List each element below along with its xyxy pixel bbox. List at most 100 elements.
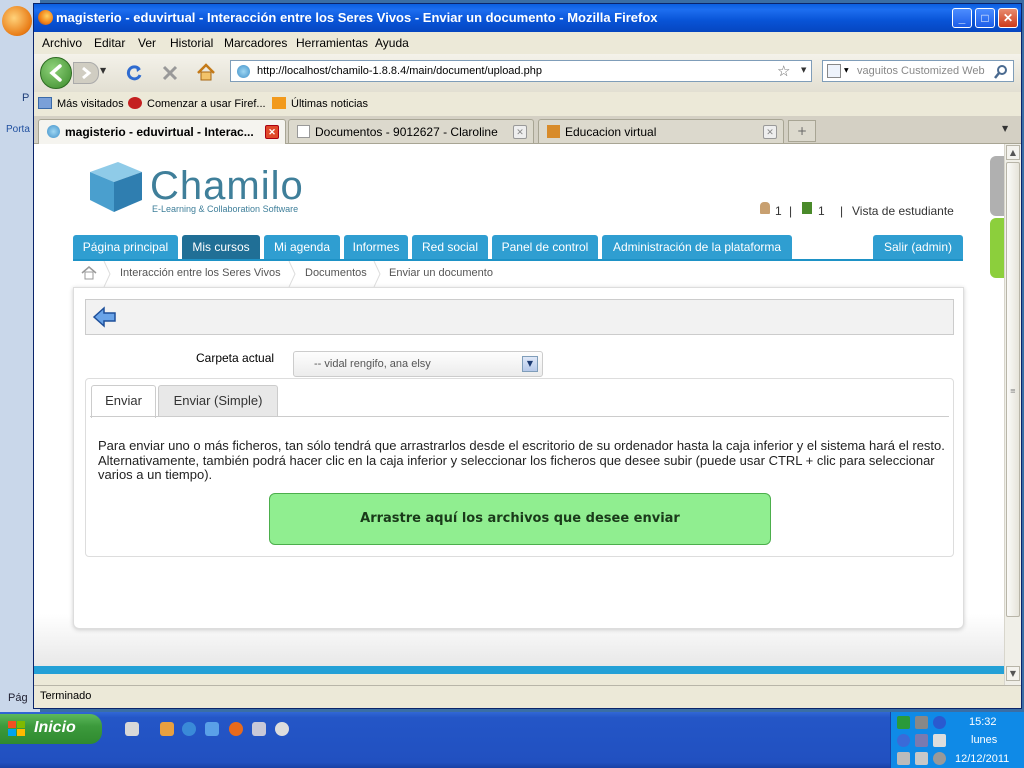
reload-icon[interactable] bbox=[124, 63, 144, 83]
quicklaunch-editor-icon[interactable] bbox=[160, 722, 174, 736]
tray-bluetooth-icon[interactable] bbox=[897, 734, 910, 747]
menu-marcadores[interactable]: Marcadores bbox=[224, 36, 287, 50]
menu-mis-cursos[interactable]: Mis cursos bbox=[182, 235, 260, 259]
breadcrumb-current: Enviar un documento bbox=[389, 267, 493, 279]
tab-list-icon[interactable]: ▼ bbox=[1002, 124, 1008, 133]
search-engine-dropdown-icon[interactable]: ▼ bbox=[844, 67, 849, 74]
menu-informes[interactable]: Informes bbox=[344, 235, 408, 259]
stop-icon[interactable] bbox=[160, 63, 180, 83]
search-engine-icon[interactable] bbox=[827, 64, 841, 78]
tab-documentos-claroline[interactable]: Documentos - 9012627 - Claroline ✕ bbox=[288, 119, 534, 143]
tray-network-disconnected-icon[interactable] bbox=[915, 734, 928, 747]
search-field[interactable]: ▼ vaguitos Customized Web Se bbox=[822, 60, 1014, 82]
history-dropdown-icon[interactable]: ▼ bbox=[100, 66, 106, 75]
background-app-portal-label: Porta bbox=[6, 124, 30, 135]
upload-description: Para enviar uno o más ficheros, tan sólo… bbox=[98, 438, 945, 482]
bookmark-folder-icon bbox=[38, 97, 52, 109]
bookmark-comenzar[interactable]: Comenzar a usar Firef... bbox=[128, 97, 266, 110]
scroll-down-icon[interactable]: ▼ bbox=[1006, 666, 1020, 681]
firefox-icon bbox=[38, 10, 53, 25]
quicklaunch-firefox-icon[interactable] bbox=[229, 722, 243, 736]
close-tab-icon[interactable]: ✕ bbox=[763, 125, 777, 139]
home-icon[interactable] bbox=[81, 266, 97, 280]
maximize-button[interactable]: □ bbox=[975, 8, 995, 28]
forward-button[interactable] bbox=[73, 62, 99, 84]
folder-select-value: -- vidal rengifo, ana elsy bbox=[314, 358, 431, 370]
menu-administracion[interactable]: Administración de la plataforma bbox=[602, 235, 792, 259]
back-arrow-icon[interactable] bbox=[92, 305, 118, 329]
bookmark-ultimas-noticias[interactable]: Últimas noticias bbox=[272, 97, 368, 110]
close-tab-icon[interactable]: ✕ bbox=[265, 125, 279, 139]
student-view-link[interactable]: Vista de estudiante bbox=[852, 204, 954, 218]
tab-educacion-virtual[interactable]: Educacion virtual ✕ bbox=[538, 119, 784, 143]
close-tab-icon[interactable]: ✕ bbox=[513, 125, 527, 139]
folder-select[interactable]: -- vidal rengifo, ana elsy ▼ bbox=[293, 351, 543, 377]
home-icon[interactable] bbox=[195, 62, 217, 84]
messages-icon[interactable] bbox=[802, 202, 812, 214]
logout-button[interactable]: Salir (admin) bbox=[873, 235, 963, 259]
tray-antivirus-icon[interactable] bbox=[897, 716, 910, 729]
back-button[interactable] bbox=[40, 57, 72, 89]
menu-ver[interactable]: Ver bbox=[138, 36, 156, 50]
search-icon[interactable] bbox=[993, 64, 1009, 80]
tray-update-icon[interactable] bbox=[933, 752, 946, 765]
vertical-scrollbar[interactable]: ▲ ≡ ▼ bbox=[1004, 144, 1021, 685]
tab-enviar-simple[interactable]: Enviar (Simple) bbox=[158, 385, 278, 417]
tab-divider bbox=[90, 416, 949, 417]
users-online-count[interactable]: 1 bbox=[775, 204, 782, 218]
rss-feed-icon bbox=[272, 97, 286, 109]
chamilo-logo[interactable]: Chamilo E-Learning & Collaboration Softw… bbox=[80, 156, 320, 218]
minimize-button[interactable]: _ bbox=[952, 8, 972, 28]
breadcrumb-course[interactable]: Interacción entre los Seres Vivos bbox=[120, 267, 281, 279]
breadcrumb-documentos[interactable]: Documentos bbox=[305, 267, 367, 279]
start-button[interactable]: Inicio bbox=[0, 714, 102, 744]
menu-panel-de-control[interactable]: Panel de control bbox=[492, 235, 598, 259]
clock-time[interactable]: 15:32 bbox=[969, 716, 997, 728]
menu-editar[interactable]: Editar bbox=[94, 36, 125, 50]
menu-herramientas[interactable]: Herramientas bbox=[296, 36, 368, 50]
new-tab-button[interactable]: + bbox=[788, 120, 816, 142]
message-count[interactable]: 1 bbox=[818, 204, 825, 218]
office-orb-icon[interactable] bbox=[2, 6, 32, 36]
scroll-up-icon[interactable]: ▲ bbox=[1006, 145, 1020, 160]
tab-enviar[interactable]: Enviar bbox=[91, 385, 156, 418]
bookmark-star-icon[interactable]: ☆ bbox=[777, 62, 790, 80]
tray-info-icon[interactable] bbox=[933, 716, 946, 729]
menu-historial[interactable]: Historial bbox=[170, 36, 213, 50]
url-dropdown-icon[interactable]: ▼ bbox=[801, 66, 806, 74]
start-label: Inicio bbox=[34, 719, 76, 736]
tab-magisterio[interactable]: magisterio - eduvirtual - Interac... ✕ bbox=[38, 119, 286, 145]
clock-date: 12/12/2011 bbox=[955, 753, 1010, 765]
title-bar[interactable]: magisterio - eduvirtual - Interacción en… bbox=[34, 4, 1021, 32]
firefox-window: magisterio - eduvirtual - Interacción en… bbox=[33, 3, 1022, 709]
close-window-button[interactable]: ✕ bbox=[998, 8, 1018, 28]
menu-archivo[interactable]: Archivo bbox=[42, 36, 82, 50]
quicklaunch-calculator-icon[interactable] bbox=[125, 722, 139, 736]
menu-mi-agenda[interactable]: Mi agenda bbox=[264, 235, 340, 259]
users-online-icon[interactable] bbox=[760, 202, 770, 214]
quicklaunch-app-icon[interactable] bbox=[205, 722, 219, 736]
file-dropzone[interactable]: Arrastre aquí los archivos que desee env… bbox=[269, 493, 771, 545]
logo-tagline: E-Learning & Collaboration Software bbox=[152, 204, 299, 214]
bookmark-mas-visitados[interactable]: Más visitados bbox=[38, 97, 124, 110]
page-favicon-icon bbox=[297, 125, 310, 138]
actions-bar bbox=[85, 299, 954, 335]
quicklaunch-ie-icon[interactable] bbox=[182, 722, 196, 736]
tray-volume-icon[interactable] bbox=[915, 752, 928, 765]
url-bar[interactable]: http://localhost/chamilo-1.8.8.4/main/do… bbox=[230, 60, 812, 82]
clock-day: lunes bbox=[971, 734, 998, 746]
tray-network-icon[interactable] bbox=[915, 716, 928, 729]
scrollbar-thumb[interactable]: ≡ bbox=[1006, 162, 1020, 617]
chevron-down-icon[interactable]: ▼ bbox=[522, 356, 538, 372]
quicklaunch-media-icon[interactable] bbox=[275, 722, 289, 736]
side-panel-tab[interactable] bbox=[990, 218, 1004, 278]
tray-security-icon[interactable] bbox=[933, 734, 946, 747]
quicklaunch-package-icon[interactable] bbox=[252, 722, 266, 736]
url-text: http://localhost/chamilo-1.8.8.4/main/do… bbox=[257, 65, 542, 77]
menu-pagina-principal[interactable]: Página principal bbox=[73, 235, 178, 259]
menu-red-social[interactable]: Red social bbox=[412, 235, 488, 259]
main-menu: Página principal Mis cursos Mi agenda In… bbox=[73, 235, 963, 261]
site-favicon-icon bbox=[237, 65, 250, 78]
menu-ayuda[interactable]: Ayuda bbox=[375, 36, 409, 50]
tray-keyboard-icon[interactable] bbox=[897, 752, 910, 765]
